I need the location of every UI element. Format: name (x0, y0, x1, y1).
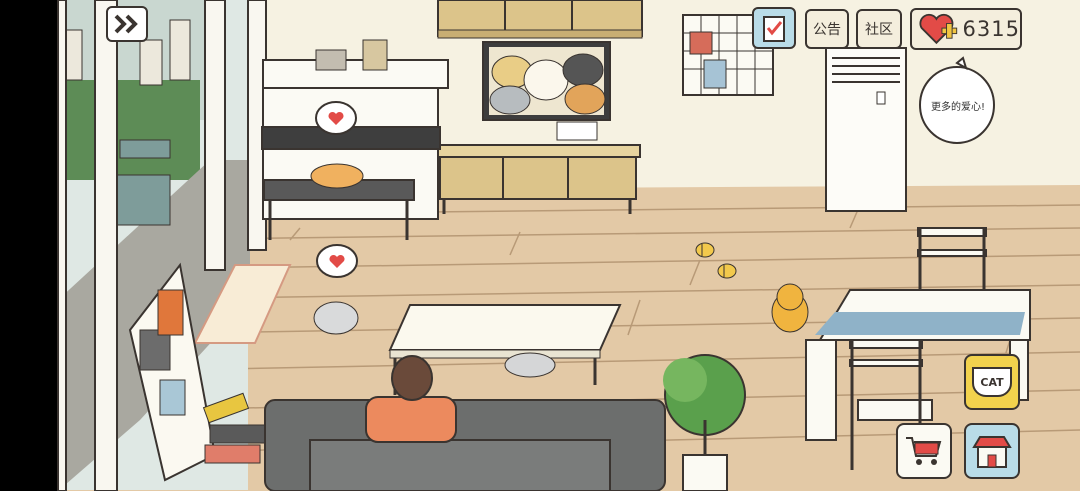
store-button[interactable] (964, 423, 1020, 479)
air-conditioner (825, 47, 907, 212)
cat-on-bench[interactable] (310, 163, 364, 189)
announcement-label: 公告 (813, 22, 841, 38)
bee-left (695, 242, 715, 258)
heart-plus-icon (919, 13, 958, 45)
room-illustration (0, 0, 1080, 491)
double-chevron-right-icon (114, 14, 138, 34)
bee-right (717, 263, 737, 279)
sofa (264, 399, 666, 491)
tasks-button[interactable] (752, 7, 796, 49)
cat-food-button[interactable]: CAT (964, 354, 1020, 410)
game-room-scene: 更多的爱心! 公告 社区 6315 CAT (0, 0, 1080, 491)
cat-food-label: CAT (980, 375, 1004, 389)
skip-button[interactable] (106, 6, 148, 42)
storefront-icon (972, 436, 1012, 468)
heart-bubble-piano[interactable] (315, 101, 357, 135)
hearts-counter[interactable]: 6315 (910, 8, 1022, 50)
speech-bubble-text: 更多的爱心! (930, 102, 985, 113)
power-outlet (556, 121, 598, 141)
community-label: 社区 (865, 22, 893, 38)
gray-cat-under-table[interactable] (504, 352, 556, 378)
announcement-button[interactable]: 公告 (805, 9, 849, 49)
community-button[interactable]: 社区 (856, 9, 902, 49)
clipboard-check-icon (763, 16, 785, 42)
shopping-cart-icon (906, 437, 942, 465)
wall-cabinet (437, 0, 643, 39)
hearts-count: 6315 (962, 17, 1020, 41)
tv-screen (482, 41, 611, 121)
heart-bubble-floor[interactable] (316, 244, 358, 278)
shop-button[interactable] (896, 423, 952, 479)
gray-cat-floor[interactable] (313, 301, 359, 335)
cat-food-bowl-icon: CAT (972, 367, 1012, 397)
